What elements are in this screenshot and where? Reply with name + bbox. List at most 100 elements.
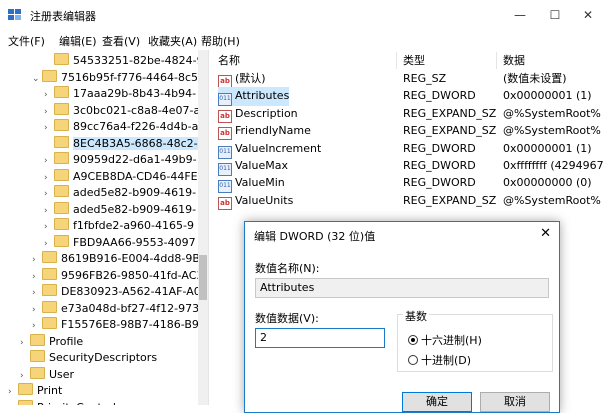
tree-node[interactable]: › f1fbfde2-a960-4165-9 bbox=[44, 217, 194, 234]
tree-node-label: A9CEB8DA-CD46-44FE bbox=[73, 169, 198, 183]
radio-dec-icon[interactable] bbox=[408, 355, 418, 365]
value-name: (默认) bbox=[235, 72, 266, 85]
tree-node-label: User bbox=[49, 367, 75, 381]
tree-node[interactable]: › 3c0bc021-c8a8-4e07-a bbox=[44, 102, 200, 119]
tree-node[interactable]: › FBD9AA66-9553-4097 bbox=[44, 234, 196, 251]
value-name: ValueMin bbox=[235, 176, 285, 190]
string-value-icon: ab bbox=[218, 75, 232, 88]
tree-node-label: SecurityDescriptors bbox=[49, 351, 158, 364]
tree-node[interactable]: SecurityDescriptors bbox=[20, 349, 157, 366]
tree-node[interactable]: › F15576E8-98B7-4186-B94 bbox=[32, 316, 200, 333]
menu-view[interactable]: 查看(V) bbox=[102, 33, 140, 49]
folder-icon bbox=[42, 251, 57, 263]
value-type: REG_DWORD bbox=[403, 159, 476, 172]
tree-node[interactable]: › 8619B916-E004-4dd8-9B bbox=[32, 250, 200, 267]
radio-hexadecimal[interactable]: 十六进制(H) bbox=[408, 332, 482, 348]
value-type: REG_EXPAND_SZ bbox=[403, 193, 497, 207]
value-name-field: Attributes bbox=[255, 278, 549, 298]
tree-node[interactable]: 54533251-82be-4824-96c bbox=[44, 52, 200, 69]
folder-icon bbox=[42, 69, 57, 82]
tree-node[interactable]: › e73a048d-bf27-4f12-973 bbox=[32, 300, 199, 317]
column-header-data[interactable]: 数据 bbox=[497, 52, 605, 69]
tree-node[interactable]: ⌄ 7516b95f-f776-4464-8c53 bbox=[32, 69, 200, 86]
radio-hex-icon[interactable] bbox=[408, 335, 418, 345]
window-title: 注册表编辑器 bbox=[30, 10, 96, 23]
tree-node[interactable]: › User bbox=[20, 366, 74, 383]
tree-scrollbar[interactable] bbox=[198, 50, 208, 405]
dialog-title: 编辑 DWORD (32 位)值 bbox=[254, 230, 376, 243]
string-value-icon: ab bbox=[218, 109, 232, 123]
value-type: REG_EXPAND_SZ bbox=[403, 124, 497, 138]
folder-icon bbox=[42, 300, 57, 313]
tree-node[interactable]: › Profile bbox=[20, 333, 83, 350]
value-name: ValueMax bbox=[235, 159, 288, 172]
menu-edit[interactable]: 编辑(E) bbox=[59, 33, 97, 49]
value-name: Description bbox=[235, 106, 298, 120]
tree-node-label: 3c0bc021-c8a8-4e07-a bbox=[73, 103, 200, 117]
tree-node-label: 8619B916-E004-4dd8-9B bbox=[61, 252, 200, 265]
tree-node[interactable]: 8EC4B3A5-6868-48c2- bbox=[44, 135, 198, 152]
tree-node[interactable]: › aded5e82-b909-4619- bbox=[44, 201, 196, 218]
value-row[interactable]: ab ValueUnits REG_EXPAND_SZ @%SystemRoot% bbox=[212, 192, 605, 210]
tree-node-label: F15576E8-98B7-4186-B94 bbox=[61, 318, 200, 331]
folder-icon bbox=[42, 284, 57, 296]
close-button[interactable]: ✕ bbox=[573, 6, 603, 24]
value-name-cell: ab Description bbox=[218, 105, 298, 123]
radio-hex-label: 十六进制(H) bbox=[421, 334, 482, 347]
tree-node[interactable]: › A9CEB8DA-CD46-44FE bbox=[44, 168, 198, 185]
value-row[interactable]: ab (默认) REG_SZ (数值未设置) bbox=[212, 70, 605, 88]
tree-scrollbar-thumb[interactable] bbox=[199, 255, 207, 300]
value-data: @%SystemRoot% bbox=[503, 124, 601, 138]
tree-node[interactable]: › Print bbox=[8, 382, 62, 399]
folder-icon bbox=[30, 333, 45, 346]
value-data: @%SystemRoot% bbox=[503, 193, 601, 207]
value-row[interactable]: 011 ValueIncrement REG_DWORD 0x00000001 (1) bbox=[212, 140, 605, 159]
cancel-button[interactable]: 取消 bbox=[480, 392, 550, 412]
key-tree[interactable]: 54533251-82be-4824-96c ⌄ 7516b95f-f776-446… bbox=[0, 50, 200, 405]
menu-favorites[interactable]: 收藏夹(A) bbox=[148, 33, 197, 49]
value-name-cell: 011 ValueMin bbox=[218, 174, 285, 194]
radio-decimal[interactable]: 十进制(D) bbox=[408, 352, 471, 368]
folder-icon bbox=[42, 267, 57, 280]
value-row[interactable]: 011 ValueMax REG_DWORD 0xffffffff (4294967 bbox=[212, 157, 605, 176]
chevron-down-icon[interactable]: ⌄ bbox=[32, 71, 42, 88]
column-header-type[interactable]: 类型 bbox=[397, 52, 497, 69]
tree-node[interactable]: › DE830923-A562-41AF-A0 bbox=[32, 283, 200, 300]
menu-help[interactable]: 帮助(H) bbox=[201, 33, 240, 49]
folder-icon bbox=[30, 366, 45, 379]
tree-node[interactable]: › 89cc76a4-f226-4d4b-a bbox=[44, 118, 198, 135]
value-row[interactable]: 011 Attributes REG_DWORD 0x00000001 (1) bbox=[212, 87, 605, 107]
maximize-button[interactable]: ☐ bbox=[540, 6, 570, 24]
value-type: REG_EXPAND_SZ bbox=[403, 106, 497, 120]
column-header-name[interactable]: 名称 bbox=[212, 52, 397, 69]
tree-node[interactable]: › 17aaa29b-8b43-4b94- bbox=[44, 85, 196, 102]
dialog-close-icon[interactable]: ✕ bbox=[540, 226, 551, 241]
value-data: @%SystemRoot% bbox=[503, 106, 601, 120]
value-data-input[interactable]: 2 bbox=[255, 328, 385, 348]
folder-icon bbox=[54, 119, 69, 131]
tree-node[interactable]: › 9596FB26-9850-41fd-AC3 bbox=[32, 267, 200, 284]
tree-node[interactable]: PriorityControl bbox=[8, 399, 116, 405]
tree-node-label: aded5e82-b909-4619- bbox=[73, 186, 197, 199]
menu-file[interactable]: 文件(F) bbox=[8, 33, 45, 49]
minimize-button[interactable]: — bbox=[505, 6, 535, 24]
folder-icon bbox=[54, 152, 69, 164]
tree-node-label: 54533251-82be-4824-96c bbox=[73, 54, 200, 67]
value-row[interactable]: ab Description REG_EXPAND_SZ @%SystemRoot% bbox=[212, 105, 605, 123]
tree-node[interactable]: › aded5e82-b909-4619- bbox=[44, 184, 196, 201]
title-bar: 注册表编辑器 — ☐ ✕ bbox=[0, 0, 605, 30]
folder-icon bbox=[18, 383, 33, 395]
value-name-cell: ab ValueUnits bbox=[218, 192, 293, 210]
ok-button[interactable]: 确定 bbox=[402, 392, 472, 412]
tree-node-label: 9596FB26-9850-41fd-AC3 bbox=[61, 268, 200, 282]
value-row[interactable]: 011 ValueMin REG_DWORD 0x00000000 (0) bbox=[212, 174, 605, 194]
value-row[interactable]: ab FriendlyName REG_EXPAND_SZ @%SystemRoot% bbox=[212, 122, 605, 141]
tree-node-label: 8EC4B3A5-6868-48c2- bbox=[73, 136, 198, 150]
tree-node-label: 89cc76a4-f226-4d4b-a bbox=[73, 120, 199, 133]
folder-icon bbox=[30, 350, 45, 362]
string-value-icon: ab bbox=[218, 196, 232, 210]
folder-icon bbox=[54, 218, 69, 230]
tree-node-label: 7516b95f-f776-4464-8c53 bbox=[61, 70, 200, 84]
folder-icon bbox=[54, 86, 69, 98]
tree-node[interactable]: › 90959d22-d6a1-49b9- bbox=[44, 151, 197, 168]
